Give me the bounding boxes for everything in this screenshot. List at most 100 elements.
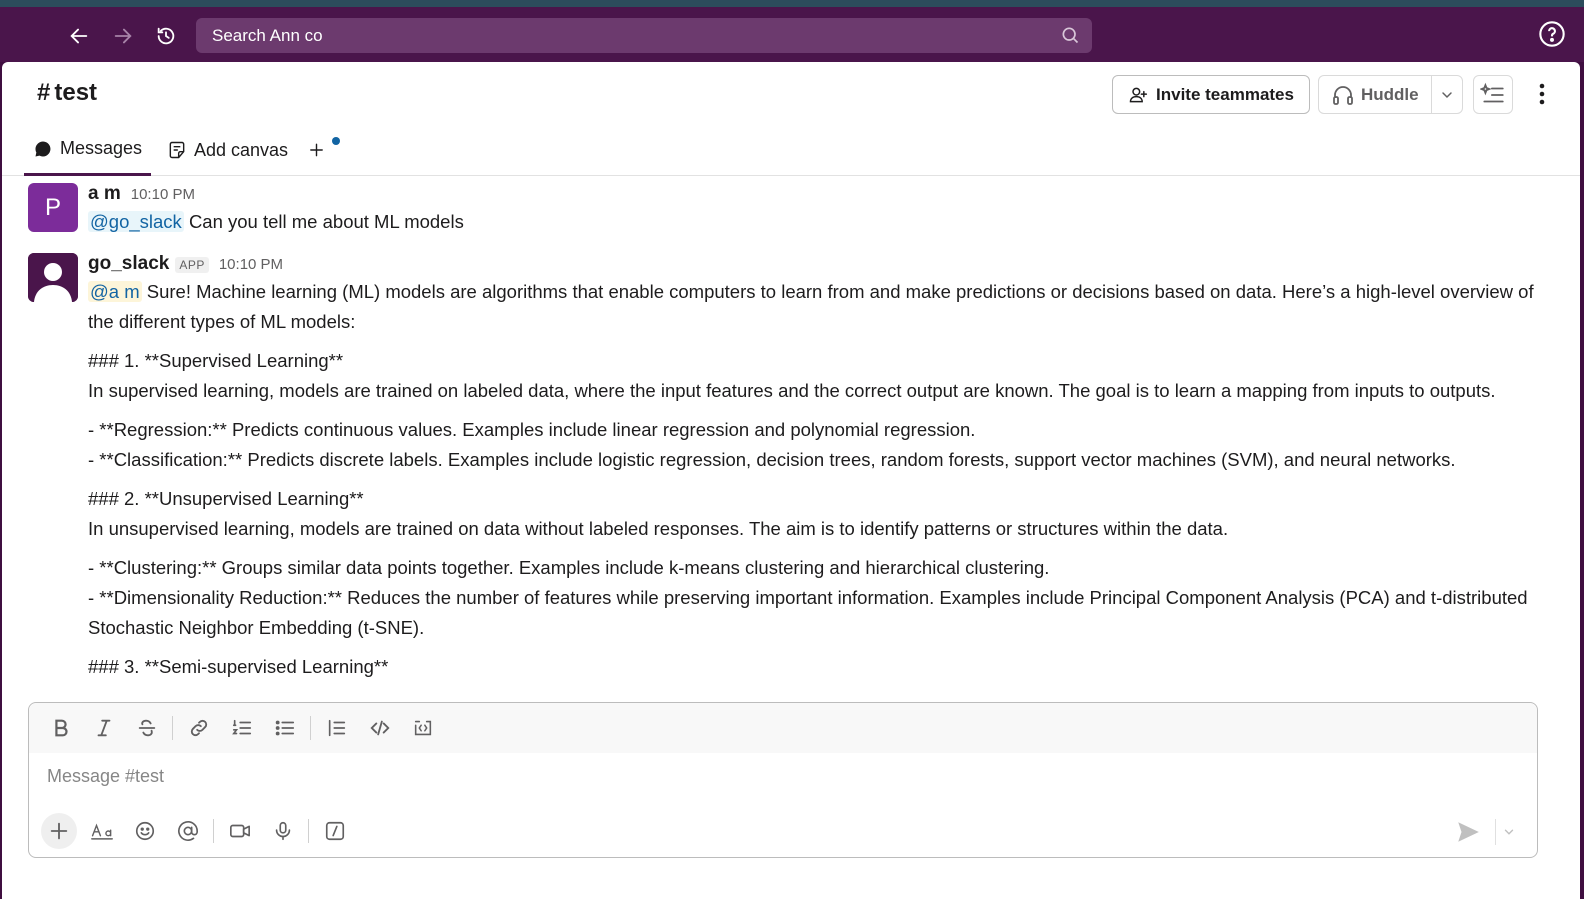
person-silhouette-icon — [28, 253, 78, 302]
chevron-down-icon — [1504, 829, 1513, 835]
mention-button[interactable] — [170, 813, 206, 849]
tab-add-canvas[interactable]: Add canvas — [167, 124, 288, 176]
bold-button[interactable] — [43, 711, 79, 745]
channel-view: # test Invite teammates Huddle Messages — [2, 62, 1580, 899]
emoji-button[interactable] — [127, 813, 163, 849]
link-button[interactable] — [181, 711, 217, 745]
intro-text: Sure! Machine learning (ML) models are a… — [88, 281, 1534, 332]
sparkle-list-icon — [1480, 82, 1504, 102]
invite-teammates-button[interactable]: Invite teammates — [1112, 75, 1310, 114]
message-header: go_slack APP 10:10 PM — [88, 253, 283, 275]
avatar-letter: P — [44, 193, 61, 221]
avatar[interactable] — [28, 253, 78, 302]
chevron-down-icon — [1442, 91, 1452, 98]
history-icon — [157, 27, 175, 45]
ordered-list-button[interactable] — [224, 711, 260, 745]
code-block-icon — [414, 720, 432, 736]
audio-clip-button[interactable] — [265, 813, 301, 849]
mention[interactable]: @go_slack — [88, 211, 184, 232]
channel-hash: # — [37, 79, 51, 106]
video-clip-button[interactable] — [222, 813, 258, 849]
add-tab-button[interactable] — [308, 124, 340, 176]
intro-paragraph: @a m Sure! Machine learning (ML) models … — [88, 277, 1552, 337]
message-body: @go_slack Can you tell me about ML model… — [88, 207, 1552, 237]
ordered-list-icon — [232, 719, 252, 735]
message-input[interactable]: Message #test — [47, 766, 164, 787]
search-input[interactable]: Search Ann co — [196, 18, 1092, 53]
add-user-icon — [1129, 87, 1148, 102]
history-button[interactable] — [151, 21, 181, 51]
top-bar: Search Ann co — [0, 7, 1584, 62]
avatar[interactable]: P — [28, 183, 78, 232]
bulleted-list-button[interactable] — [267, 711, 303, 745]
bold-icon — [55, 719, 68, 737]
send-options-button[interactable] — [1495, 819, 1521, 845]
code-block-button[interactable] — [405, 711, 441, 745]
heading-text: ### 2. **Unsupervised Learning** — [88, 488, 364, 509]
heading-text: ### 1. **Supervised Learning** — [88, 350, 344, 371]
help-icon[interactable] — [1538, 20, 1566, 48]
formatting-toggle-button[interactable] — [84, 813, 120, 849]
sender-name[interactable]: a m — [88, 183, 121, 205]
vertical-ellipsis-icon — [1539, 83, 1545, 105]
timestamp[interactable]: 10:10 PM — [219, 256, 283, 273]
arrow-right-icon — [114, 28, 132, 44]
more-options-button[interactable] — [1530, 79, 1554, 109]
bullet-text: - **Clustering:** Groups similar data po… — [88, 557, 1050, 578]
channel-title[interactable]: # test — [37, 79, 97, 107]
code-button[interactable] — [362, 711, 398, 745]
slash-command-icon — [325, 821, 345, 841]
bulleted-list-icon — [275, 720, 295, 736]
search-icon — [1062, 27, 1079, 44]
bullet-text: - **Dimensionality Reduction:** Reduces … — [88, 587, 1528, 638]
link-icon — [190, 719, 208, 737]
invite-teammates-label: Invite teammates — [1156, 84, 1294, 104]
plus-icon — [310, 143, 323, 157]
notification-dot — [332, 137, 340, 145]
heading-text: ### 3. **Semi-supervised Learning** — [88, 656, 389, 677]
tab-messages-label: Messages — [59, 138, 143, 158]
paragraph-text: In supervised learning, models are train… — [88, 380, 1496, 401]
huddle-label: Huddle — [1361, 84, 1419, 104]
message-text: Can you tell me about ML models — [188, 211, 464, 232]
canvas-icon — [169, 141, 185, 159]
shortcuts-button[interactable] — [317, 813, 353, 849]
tab-messages[interactable]: Messages — [24, 124, 151, 176]
message-header: a m 10:10 PM — [88, 183, 195, 205]
paragraph-text: In unsupervised learning, models are tra… — [88, 518, 1229, 539]
italic-button[interactable] — [86, 711, 122, 745]
toolbar-divider — [172, 716, 173, 740]
back-button[interactable] — [64, 21, 94, 51]
toolbar-divider — [308, 819, 309, 843]
message-bubble-icon — [35, 140, 51, 156]
strikethrough-icon — [138, 719, 156, 737]
formatting-toolbar — [29, 703, 1537, 753]
channel-tabs: Messages Add canvas — [2, 124, 1580, 176]
mention[interactable]: @a m — [88, 281, 142, 302]
code-icon — [370, 720, 390, 736]
huddle-button-group: Huddle — [1318, 75, 1463, 114]
bullet-text: - **Regression:** Predicts continuous va… — [88, 419, 976, 440]
strikethrough-button[interactable] — [129, 711, 165, 745]
timestamp[interactable]: 10:10 PM — [131, 186, 195, 203]
huddle-button[interactable]: Huddle — [1319, 76, 1433, 113]
smiley-icon — [135, 821, 155, 841]
forward-button[interactable] — [108, 21, 138, 51]
composer-actions — [41, 811, 360, 851]
bullet-text: - **Classification:** Predicts discrete … — [88, 449, 1456, 470]
tab-add-canvas-label: Add canvas — [194, 139, 289, 160]
sender-name[interactable]: go_slack — [88, 253, 169, 275]
blockquote-button[interactable] — [319, 711, 355, 745]
toolbar-divider — [310, 716, 311, 740]
message-list: P a m 10:10 PM @go_slack Can you tell me… — [2, 177, 1580, 700]
headphones-icon — [1333, 85, 1353, 105]
message-body: @a m Sure! Machine learning (ML) models … — [88, 277, 1552, 682]
message-input-placeholder: Message #test — [47, 766, 165, 786]
huddle-options-button[interactable] — [1432, 87, 1462, 103]
channel-summary-button[interactable] — [1473, 75, 1513, 114]
channel-header: # test Invite teammates Huddle — [2, 62, 1580, 124]
send-icon[interactable] — [1455, 819, 1481, 845]
plus-icon — [50, 822, 68, 840]
blockquote-icon — [328, 719, 346, 737]
attach-button[interactable] — [41, 813, 77, 849]
